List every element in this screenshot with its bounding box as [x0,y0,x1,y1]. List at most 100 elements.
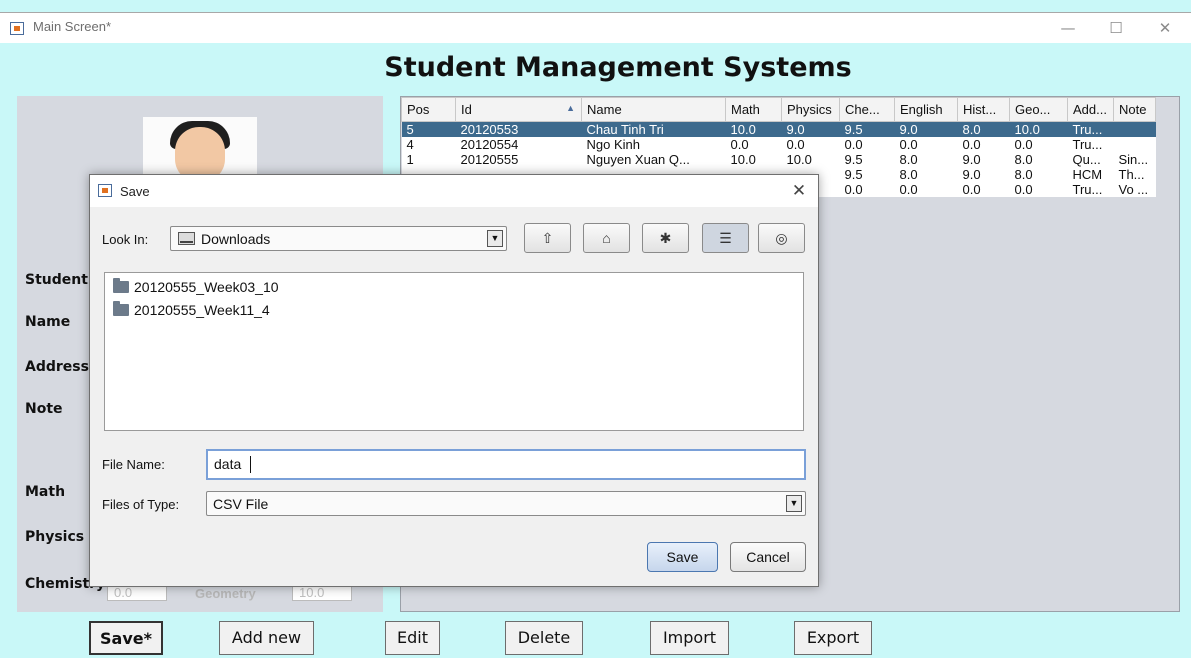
table-cell: 0.0 [844,182,863,197]
text-caret [250,456,251,473]
files-of-type-label-text: Files of Type: [102,497,180,512]
window-title: Main Screen* [33,19,112,34]
column-header-name[interactable]: Name [581,97,726,122]
file-name-input[interactable]: data [206,449,806,480]
drive-icon [178,232,195,245]
geometry-value: 10.0 [299,585,325,600]
edit-button[interactable]: Edit [385,621,440,655]
folder-icon [113,301,129,316]
column-header-note[interactable]: Note [1113,97,1156,122]
folder-name: 20120555_Week03_10 [134,279,279,295]
table-cell: 0.0 [844,137,863,152]
avatar-face-shape [175,127,225,175]
address-label: Address [25,359,89,375]
table-cell: 0.0 [730,137,749,152]
home-button[interactable]: ⌂ [583,223,630,253]
table-cell: 8.0 [1014,152,1033,167]
app-title: Student Management Systems [384,52,852,83]
table-cell: 0.0 [1014,182,1033,197]
column-header-math[interactable]: Math [725,97,782,122]
list-item[interactable]: 20120555_Week11_4 [113,301,270,320]
column-header-id-label: Id [461,102,472,117]
new-folder-icon: ✱ [659,230,672,246]
table-cell [1114,122,1156,138]
table-row[interactable]: 5 20120553 Chau Tinh Tri 10.0 9.0 9.5 9.… [401,121,1156,138]
window-titlebar: Main Screen* — ☐ ✕ [0,12,1191,43]
table-cell: 8.0 [962,122,981,137]
table-cell: 8.0 [1014,167,1033,182]
table-cell: Ngo Kinh [586,137,640,152]
column-header-pos[interactable]: Pos [401,97,456,122]
close-button[interactable]: ✕ [1142,15,1188,41]
table-cell: 8.0 [899,167,918,182]
table-row[interactable]: 4 20120554 Ngo Kinh 0.0 0.0 0.0 0.0 0.0 … [401,137,1156,152]
column-header-physics[interactable]: Physics [781,97,840,122]
chemistry-field[interactable]: 0.0 [107,585,167,601]
table-cell: 9.0 [962,167,981,182]
table-cell: Tru... [1072,182,1103,197]
delete-button[interactable]: Delete [505,621,583,655]
add-new-button[interactable]: Add new [219,621,314,655]
list-item[interactable]: 20120555_Week03_10 [113,278,279,297]
table-cell: 9.5 [844,152,863,167]
list-view-button[interactable]: ☰ [702,223,749,253]
folder-icon [113,278,129,293]
table-cell: 20120553 [460,122,519,137]
table-cell: Tru... [1072,122,1103,137]
column-header-id[interactable]: Id ▲ [455,97,582,122]
column-header-history[interactable]: Hist... [957,97,1010,122]
dialog-close-button[interactable]: ✕ [786,178,812,204]
table-cell: Qu... [1072,152,1101,167]
table-cell: 0.0 [899,137,918,152]
table-cell: 8.0 [899,152,918,167]
table-header-row: Pos Id ▲ Name Math Physics Che... English… [401,97,1156,122]
table-cell: 9.5 [844,167,863,182]
list-view-icon: ☰ [719,230,732,246]
folder-up-icon: ⇧ [541,230,554,246]
column-header-geography[interactable]: Geo... [1009,97,1068,122]
table-cell: 0.0 [962,182,981,197]
new-folder-button[interactable]: ✱ [642,223,689,253]
look-in-dropdown[interactable]: Downloads ▼ [170,226,507,251]
files-of-type-dropdown[interactable]: CSV File ▼ [206,491,806,516]
file-list[interactable]: 20120555_Week03_10 20120555_Week11_4 [104,272,804,431]
math-label: Math [25,484,66,500]
save-button[interactable]: Save* [89,621,163,655]
details-view-button[interactable]: ◎ [758,223,805,253]
files-of-type-value: CSV File [213,496,269,512]
table-cell: 10.0 [730,122,756,137]
export-button[interactable]: Export [794,621,872,655]
table-cell [1114,137,1156,152]
column-header-address[interactable]: Add... [1067,97,1114,122]
table-cell: 10.0 [1014,122,1040,137]
table-cell: 20120555 [460,152,519,167]
note-label: Note [25,401,63,417]
sort-ascending-icon: ▲ [566,103,575,113]
up-one-level-button[interactable]: ⇧ [524,223,571,253]
student-id-label: Student [25,272,88,288]
maximize-button[interactable]: ☐ [1093,15,1139,41]
table-cell: 9.5 [844,122,863,137]
column-header-english[interactable]: English [894,97,958,122]
column-header-chemistry[interactable]: Che... [839,97,895,122]
table-cell: 20120554 [460,137,519,152]
table-cell: 0.0 [962,137,981,152]
details-view-icon: ◎ [775,230,788,246]
folder-name: 20120555_Week11_4 [134,302,270,318]
dropdown-arrow-icon: ▼ [487,230,503,247]
dialog-cancel-button[interactable]: Cancel [730,542,806,572]
table-cell: 4 [406,137,414,152]
java-app-icon [10,22,24,35]
minimize-button[interactable]: — [1045,15,1091,41]
dropdown-arrow-icon: ▼ [786,495,802,512]
dialog-save-button[interactable]: Save [647,542,718,572]
table-row[interactable]: 1 20120555 Nguyen Xuan Q... 10.0 10.0 9.… [401,152,1156,167]
table-cell: Sin... [1118,152,1149,167]
student-avatar[interactable] [143,117,257,175]
table-cell: 5 [406,122,414,137]
import-button[interactable]: Import [650,621,729,655]
table-cell: 0.0 [899,182,918,197]
table-cell: Th... [1118,167,1145,182]
file-name-value: data [214,456,242,472]
geometry-field[interactable]: 10.0 [292,585,352,601]
